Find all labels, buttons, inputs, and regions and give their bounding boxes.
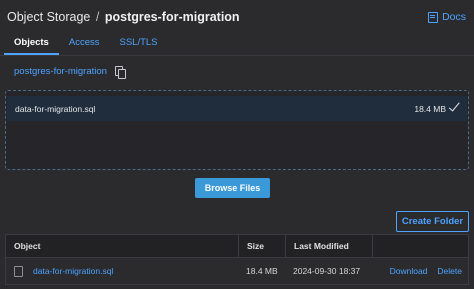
docs-icon: [428, 11, 439, 23]
upload-status: 18.4 MB: [414, 99, 460, 114]
object-link[interactable]: data-for-migration.sql: [33, 266, 113, 276]
tab-ssl-tls[interactable]: SSL/TLS: [109, 37, 167, 55]
delete-link[interactable]: Delete: [437, 266, 462, 276]
page-header: Object Storage / postgres-for-migration …: [0, 0, 474, 34]
table-row: data-for-migration.sql 18.4 MB 2024-09-3…: [6, 258, 468, 284]
column-header-last-modified[interactable]: Last Modified: [285, 235, 372, 257]
docs-link[interactable]: Docs: [428, 11, 466, 23]
file-icon: [14, 265, 23, 277]
upload-item: data-for-migration.sql 18.4 MB: [7, 96, 467, 121]
breadcrumb-root[interactable]: Object Storage: [7, 10, 90, 24]
docs-label: Docs: [442, 11, 466, 23]
table-header: Object Size Last Modified: [6, 235, 468, 258]
breadcrumb-separator: /: [95, 10, 100, 24]
file-dropzone[interactable]: data-for-migration.sql 18.4 MB: [5, 90, 469, 170]
upload-file-name: data-for-migration.sql: [15, 103, 96, 114]
tab-bar: Objects Access SSL/TLS: [0, 33, 474, 56]
download-link[interactable]: Download: [390, 266, 428, 276]
upload-file-size: 18.4 MB: [414, 103, 446, 114]
breadcrumb-current: postgres-for-migration: [104, 10, 240, 24]
column-header-object[interactable]: Object: [6, 235, 238, 257]
last-modified-cell: 2024-09-30 18:37: [293, 266, 361, 276]
tab-objects[interactable]: Objects: [4, 37, 59, 55]
column-header-actions: [372, 235, 468, 257]
bucket-name-row: postgres-for-migration: [14, 66, 126, 79]
object-cell: data-for-migration.sql: [6, 265, 238, 277]
objects-table: Object Size Last Modified data-for-migra…: [5, 234, 469, 285]
bucket-name: postgres-for-migration: [14, 66, 107, 77]
size-cell: 18.4 MB: [246, 266, 278, 276]
column-header-size[interactable]: Size: [238, 235, 285, 257]
breadcrumb: Object Storage / postgres-for-migration: [7, 10, 240, 24]
tab-access[interactable]: Access: [59, 37, 110, 55]
check-icon: [448, 99, 460, 112]
create-folder-button[interactable]: Create Folder: [396, 211, 469, 232]
browse-files-button[interactable]: Browse Files: [195, 178, 270, 198]
actions-cell: Download Delete: [372, 258, 468, 284]
copy-icon[interactable]: [114, 66, 126, 79]
